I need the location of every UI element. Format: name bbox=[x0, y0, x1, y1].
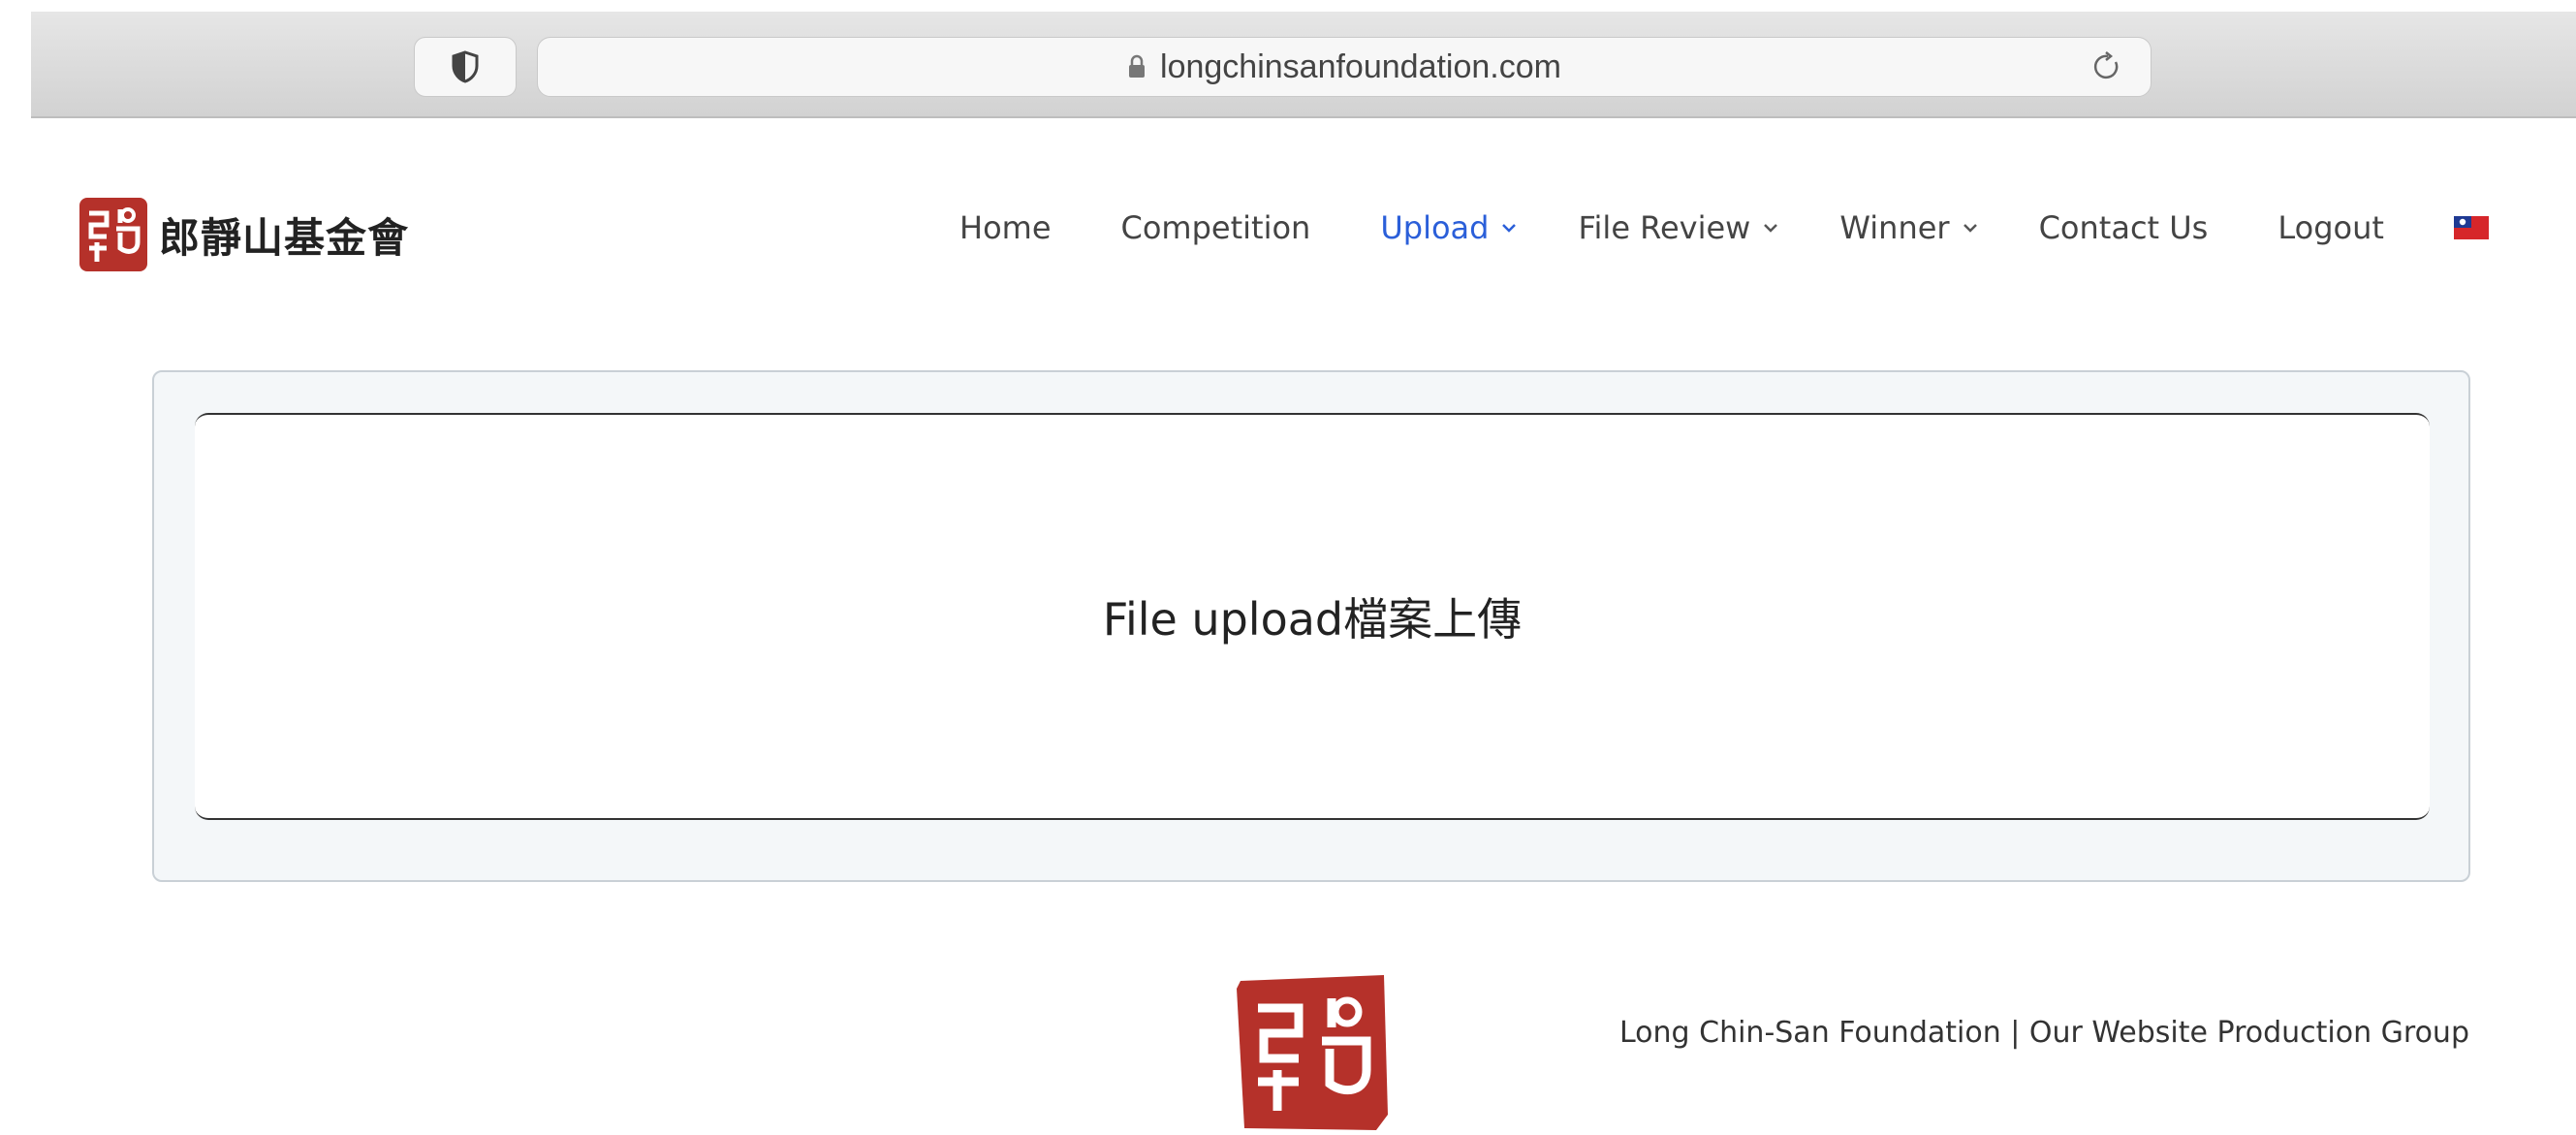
nav-logout-label: Logout bbox=[2278, 209, 2384, 246]
main-nav: Home Competition Upload File Review Winn… bbox=[959, 209, 2489, 246]
browser-toolbar: longchinsanfoundation.com bbox=[31, 12, 2576, 118]
nav-logout[interactable]: Logout bbox=[2278, 209, 2384, 246]
nav-home[interactable]: Home bbox=[959, 209, 1052, 246]
upload-card: File upload檔案上傳 bbox=[152, 370, 2470, 882]
reload-button[interactable] bbox=[2089, 47, 2127, 86]
nav-winner-label: Winner bbox=[1839, 209, 1950, 246]
nav-contact-us-label: Contact Us bbox=[2038, 209, 2209, 246]
nav-file-review-label: File Review bbox=[1578, 209, 1751, 246]
nav-competition-label: Competition bbox=[1120, 209, 1311, 246]
nav-upload[interactable]: Upload bbox=[1380, 209, 1518, 246]
shield-icon bbox=[452, 50, 479, 83]
upload-panel: File upload檔案上傳 bbox=[195, 413, 2430, 820]
site-logo[interactable]: 郎靜山基金會 bbox=[78, 194, 409, 275]
nav-contact-us[interactable]: Contact Us bbox=[2039, 209, 2209, 246]
chevron-down-icon bbox=[1502, 224, 1517, 233]
taiwan-flag-icon bbox=[2453, 216, 2489, 239]
nav-winner[interactable]: Winner bbox=[1839, 209, 1978, 246]
address-bar[interactable]: longchinsanfoundation.com bbox=[537, 37, 2152, 97]
language-switcher[interactable] bbox=[2453, 216, 2489, 239]
privacy-shield-button[interactable] bbox=[414, 37, 517, 97]
nav-competition[interactable]: Competition bbox=[1121, 209, 1311, 246]
nav-file-review[interactable]: File Review bbox=[1578, 209, 1779, 246]
lock-icon bbox=[1129, 54, 1146, 78]
nav-home-label: Home bbox=[959, 209, 1052, 246]
seal-logo-icon bbox=[79, 198, 147, 271]
logo-text: 郎靜山基金會 bbox=[159, 213, 410, 262]
chevron-down-icon bbox=[1963, 224, 1977, 233]
reload-icon bbox=[2093, 51, 2119, 79]
page-title: File upload檔案上傳 bbox=[1102, 593, 1523, 646]
url-text: longchinsanfoundation.com bbox=[1160, 47, 1561, 85]
footer-seal-logo-icon bbox=[1237, 975, 1388, 1130]
footer-credit: Long Chin-San Foundation | Our Website P… bbox=[1619, 1016, 2469, 1050]
nav-upload-label: Upload bbox=[1380, 209, 1490, 246]
chevron-down-icon bbox=[1764, 224, 1778, 233]
